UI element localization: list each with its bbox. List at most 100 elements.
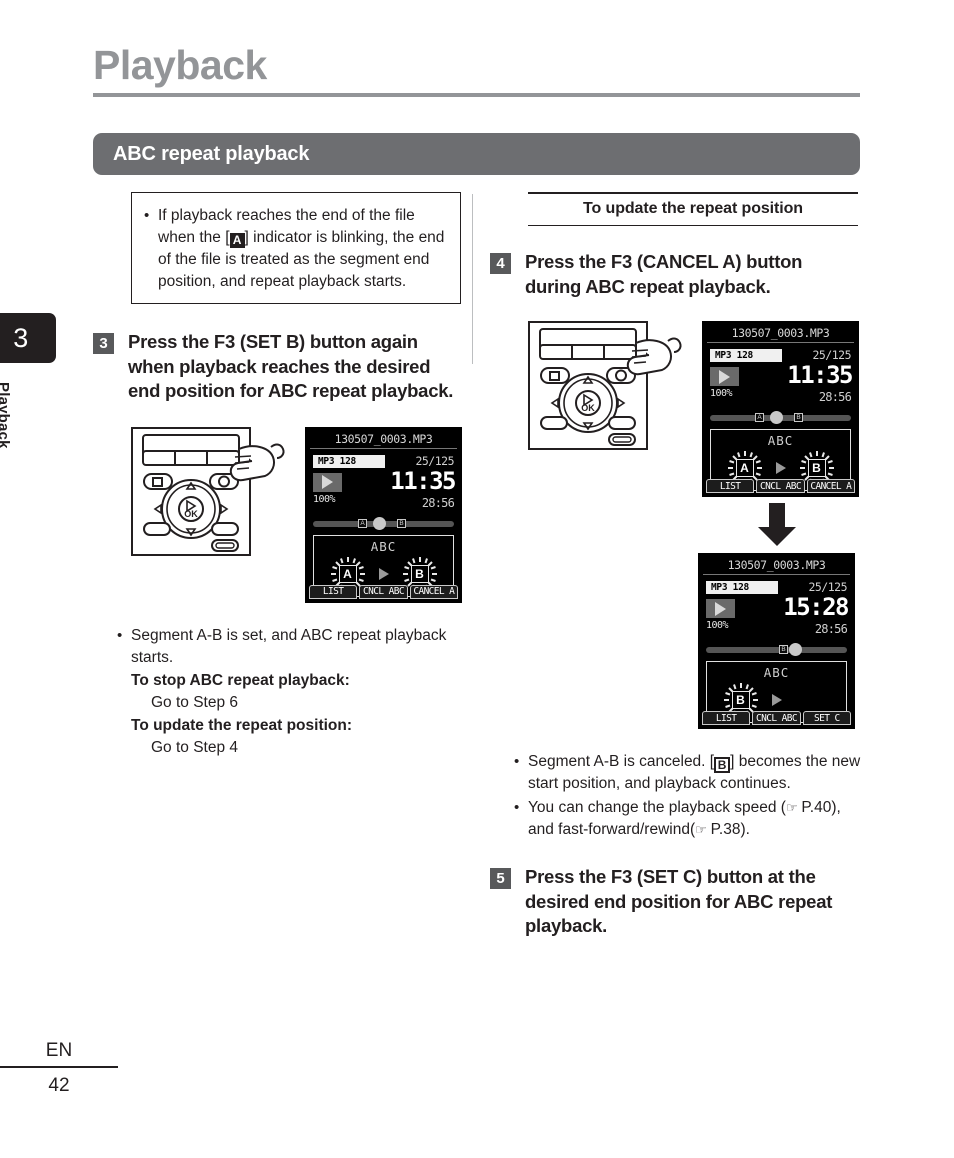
right-column: To update the repeat position 4 Press th… <box>490 192 862 939</box>
note-2-ref2: P.38 <box>710 821 741 839</box>
marker-b-letter: B <box>731 691 750 710</box>
lcd-screen-step3: 130507_0003.MP3 MP3 128 100% 25/125 11:3… <box>305 426 462 603</box>
recorder-illustration: OK <box>131 426 291 562</box>
step-4-notes: • Segment A-B is canceled. [B] becomes t… <box>514 751 862 841</box>
sub-heading: To update the repeat position <box>583 200 803 217</box>
title-divider <box>93 93 860 97</box>
progress-marker-b: B <box>397 518 406 528</box>
play-icon <box>706 599 735 619</box>
result-text: Segment A-B is set, and ABC repeat playb… <box>131 626 447 666</box>
step-4: 4 Press the F3 (CANCEL A) button during … <box>490 250 862 299</box>
progress-marker-b: B <box>779 645 788 655</box>
softkey-cncl-abc[interactable]: CNCL ABC <box>752 711 801 726</box>
step-4-text: Press the F3 (CANCEL A) button during AB… <box>525 251 803 297</box>
lcd-file-index: 25/125 <box>415 453 454 468</box>
footer-divider <box>0 1066 118 1068</box>
abc-panel-label: ABC <box>370 538 397 554</box>
reference-hand-icon: ☞ <box>785 800 798 816</box>
chapter-number: 3 <box>13 322 29 353</box>
transition-arrow <box>698 503 855 547</box>
progress-marker-a: A <box>755 413 764 423</box>
section-banner: ABC repeat playback <box>93 133 860 175</box>
recorder-svg: OK <box>131 426 285 556</box>
lcd-status-row: MP3 128 100% 25/125 11:35 28:56 <box>710 347 853 409</box>
lcd-screen-before: 130507_0003.MP3 MP3 128 100% 25/125 11:3… <box>702 321 859 498</box>
lcd-speed: 100% <box>706 620 729 632</box>
lcd-total-time: 28:56 <box>814 622 848 637</box>
progress-thumb <box>789 643 802 657</box>
note-2-part3: ). <box>740 821 750 839</box>
svg-text:OK: OK <box>581 403 595 413</box>
softkey-list[interactable]: LIST <box>706 479 755 494</box>
softkey-list[interactable]: LIST <box>702 711 751 726</box>
left-column: • If playback reaches the end of the fil… <box>93 192 465 759</box>
lcd-filename: 130507_0003.MP3 <box>703 555 850 576</box>
lcd-total-time: 28:56 <box>421 495 455 510</box>
play-icon <box>313 472 342 492</box>
recorder-svg: OK <box>528 321 682 451</box>
lcd-progress-bar: A B <box>313 516 454 530</box>
note-text: If playback reaches the end of the file … <box>158 205 450 293</box>
step-3-text: Press the F3 (SET B) button again when p… <box>128 331 454 402</box>
softkey-cncl-abc[interactable]: CNCL ABC <box>359 584 408 599</box>
play-direction-icon <box>378 567 389 580</box>
lcd-status-row: MP3 128 100% 25/125 15:28 28:56 <box>706 579 849 641</box>
section-banner-label: ABC repeat playback <box>113 142 310 165</box>
update-heading: To update the repeat position: <box>131 716 353 734</box>
note-bullet-row: • If playback reaches the end of the fil… <box>144 205 450 293</box>
page-title: Playback <box>93 42 267 88</box>
marker-b-letter: B <box>807 459 826 478</box>
lcd-file-index: 25/125 <box>808 580 847 595</box>
progress-thumb <box>373 516 386 530</box>
manual-page: 3 Playback EN 42 Playback ABC repeat pla… <box>0 0 954 1158</box>
softkey-cancel-a[interactable]: CANCEL A <box>806 479 855 494</box>
sub-heading-wrap: To update the repeat position <box>528 192 858 226</box>
bullet-icon: • <box>117 626 123 644</box>
result-bullet-row: • Segment A-B is set, and ABC repeat pla… <box>117 625 465 669</box>
down-arrow-icon <box>757 503 796 547</box>
softkey-set-c[interactable]: SET C <box>802 711 851 726</box>
svg-text:OK: OK <box>184 509 198 519</box>
page-number: 42 <box>48 1075 70 1096</box>
update-value: Go to Step 4 <box>151 738 239 756</box>
lcd-progress-bar: B <box>706 643 847 657</box>
marker-a-letter: A <box>735 459 754 478</box>
marker-a-letter: A <box>338 564 357 583</box>
note-bullet-row-1: • Segment A-B is canceled. [B] becomes t… <box>514 751 862 795</box>
note-2-part1: You can change the playback speed ( <box>528 799 786 817</box>
progress-track <box>706 647 847 654</box>
chapter-side-label: Playback <box>0 382 12 449</box>
bullet-icon: • <box>144 207 150 224</box>
lcd-codec-badge: MP3 128 <box>710 349 782 363</box>
lcd-elapsed-time: 11:35 <box>787 361 853 390</box>
language-code: EN <box>45 1040 73 1061</box>
play-direction-icon <box>775 462 786 475</box>
note-1-part1: Segment A-B is canceled. [ <box>528 753 715 771</box>
abc-panel-label: ABC <box>763 665 790 681</box>
abc-panel-label: ABC <box>767 433 794 449</box>
lcd-status-row: MP3 128 100% 25/125 11:35 28:56 <box>313 453 456 515</box>
chapter-tab: 3 <box>0 313 56 363</box>
softkey-cancel-a[interactable]: CANCEL A <box>409 584 458 599</box>
step-3-illustration: OK 130507_0003.MP3 MP3 128 100% 25/125 1… <box>131 426 465 603</box>
progress-thumb <box>770 411 783 425</box>
lcd-speed: 100% <box>313 493 336 505</box>
step-3: 3 Press the F3 (SET B) button again when… <box>93 330 465 404</box>
step-4-illustration: OK 130507_0003.MP3 MP3 128 100% 25/125 1… <box>528 321 862 498</box>
note-1-text: Segment A-B is canceled. [B] becomes the… <box>528 751 862 795</box>
stop-heading: To stop ABC repeat playback: <box>131 671 350 689</box>
play-icon <box>710 367 739 387</box>
bullet-icon: • <box>514 799 520 817</box>
lcd-filename: 130507_0003.MP3 <box>310 429 457 449</box>
note-box: • If playback reaches the end of the fil… <box>131 192 461 304</box>
lcd-elapsed-time: 11:35 <box>390 466 456 495</box>
step-3-results: • Segment A-B is set, and ABC repeat pla… <box>117 625 465 759</box>
note-2-text: You can change the playback speed (☞ P.4… <box>528 797 862 841</box>
softkey-list[interactable]: LIST <box>309 584 358 599</box>
progress-marker-b: B <box>794 413 803 423</box>
indicator-a-icon: A <box>229 232 245 248</box>
bullet-icon: • <box>514 753 520 771</box>
indicator-b-icon: B <box>714 757 731 774</box>
softkey-cncl-abc[interactable]: CNCL ABC <box>756 479 805 494</box>
lcd-codec-badge: MP3 128 <box>706 581 778 595</box>
